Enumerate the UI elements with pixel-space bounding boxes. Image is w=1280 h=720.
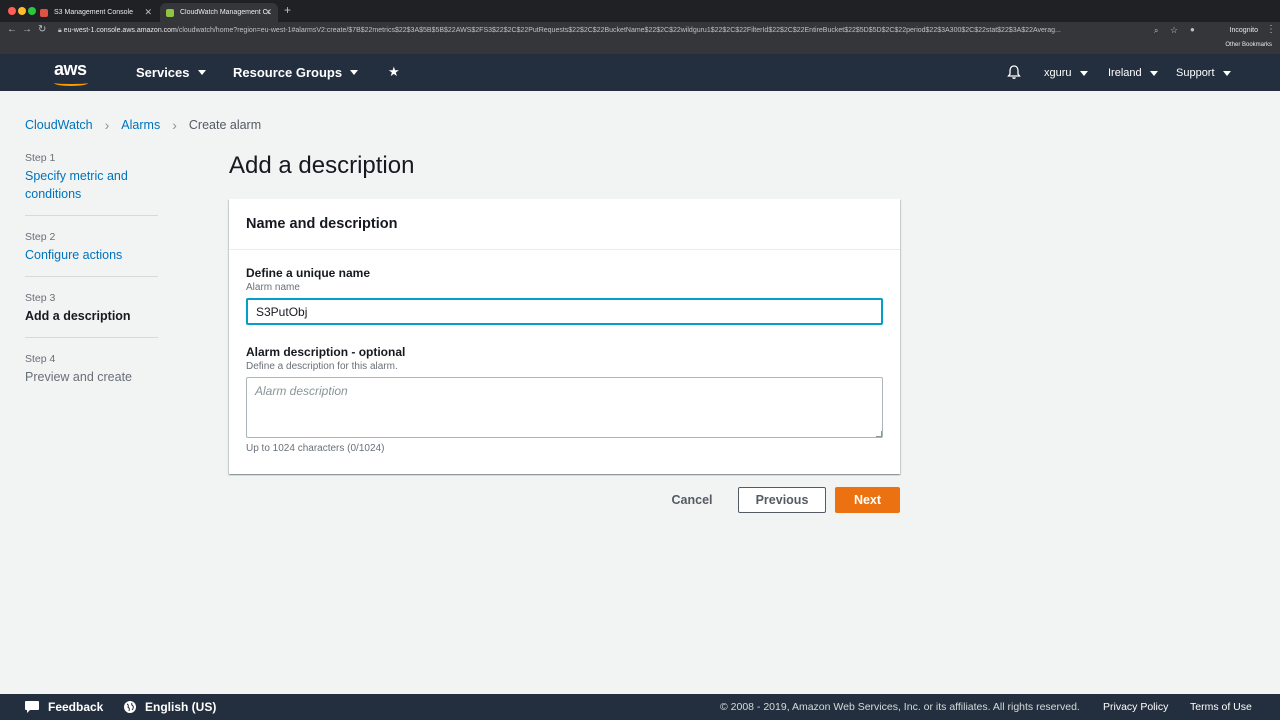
browser-tab-cloudwatch[interactable]: CloudWatch Management Con ✕ — [160, 3, 278, 22]
privacy-policy-link[interactable]: Privacy Policy — [1103, 701, 1168, 713]
breadcrumb: CloudWatch › Alarms › Create alarm — [25, 117, 261, 133]
step-number: Step 4 — [25, 353, 56, 365]
s3-favicon-icon — [40, 8, 48, 17]
resource-groups-label: Resource Groups — [233, 65, 343, 80]
region-label: Ireland — [1108, 67, 1142, 79]
pin-icon[interactable]: ★ — [388, 64, 400, 80]
character-count: Up to 1024 characters (0/1024) — [246, 443, 385, 454]
panel-title: Name and description — [229, 199, 900, 250]
chevron-down-icon — [1222, 70, 1231, 76]
page-title: Add a description — [229, 152, 415, 179]
region-menu[interactable]: Ireland — [1108, 67, 1158, 79]
incognito-label: Incognito — [1229, 27, 1258, 34]
support-label: Support — [1176, 67, 1215, 79]
step-link-configure-actions[interactable]: Configure actions — [25, 246, 158, 264]
chevron-down-icon — [197, 70, 206, 75]
step-number: Step 1 — [25, 152, 56, 164]
speech-bubble-icon — [25, 701, 39, 713]
back-icon[interactable]: ← — [7, 24, 17, 35]
name-description-panel: Name and description Define a unique nam… — [229, 199, 900, 474]
chevron-right-icon: › — [172, 117, 177, 133]
chevron-down-icon — [350, 70, 359, 75]
other-bookmarks[interactable]: Other Bookmarks — [1225, 42, 1272, 48]
language-selector[interactable]: English (US) — [123, 700, 216, 714]
resource-groups-menu[interactable]: Resource Groups — [233, 65, 359, 80]
aws-logo[interactable]: aws — [54, 59, 87, 80]
console-footer: Feedback English (US) © 2008 - 2019, Ama… — [0, 694, 1280, 720]
step-current-add-description: Add a description — [25, 309, 131, 323]
user-menu[interactable]: xguru — [1044, 67, 1088, 79]
url-path: /cloudwatch/home?region=eu-west-1#alarms… — [176, 27, 1061, 34]
globe-icon — [124, 701, 136, 713]
resize-handle-icon[interactable] — [876, 431, 882, 437]
window-close-control[interactable] — [8, 7, 16, 15]
window-minimize-control[interactable] — [18, 7, 26, 15]
reload-icon[interactable]: ↻ — [38, 24, 46, 35]
step-number: Step 2 — [25, 231, 56, 243]
bookmarks-bar: Other Bookmarks — [0, 40, 1280, 54]
wizard-step-4: Step 4 Preview and create — [25, 353, 158, 398]
tab-label: CloudWatch Management Con — [180, 9, 270, 16]
cloudwatch-favicon-icon — [166, 8, 174, 17]
breadcrumb-create-alarm: Create alarm — [188, 118, 262, 132]
name-field-label: Define a unique name — [246, 266, 371, 280]
description-field-label: Alarm description - optional — [246, 345, 406, 359]
forward-icon[interactable]: → — [22, 24, 32, 35]
language-label: English (US) — [145, 700, 217, 714]
browser-address-bar: ← → ↻ 🔒︎ eu-west-1.console.aws.amazon.co… — [0, 22, 1280, 40]
services-menu[interactable]: Services — [136, 65, 206, 80]
support-menu[interactable]: Support — [1176, 67, 1231, 79]
terms-of-use-link[interactable]: Terms of Use — [1190, 701, 1252, 713]
step-link-specify-metric[interactable]: Specify metric and conditions — [25, 167, 158, 203]
alarm-name-input[interactable] — [246, 298, 883, 325]
notification-bell-icon[interactable] — [1006, 64, 1022, 80]
breadcrumb-alarms[interactable]: Alarms — [121, 118, 160, 132]
cancel-button[interactable]: Cancel — [666, 487, 718, 513]
step-preview-and-create: Preview and create — [25, 370, 133, 384]
feedback-label: Feedback — [48, 700, 104, 714]
user-label: xguru — [1044, 67, 1072, 79]
chevron-down-icon — [1149, 70, 1158, 76]
previous-button[interactable]: Previous — [738, 487, 826, 513]
wizard-step-2: Step 2 Configure actions — [25, 231, 158, 277]
description-field-sublabel: Define a description for this alarm. — [246, 361, 398, 372]
new-tab-icon[interactable]: + — [284, 3, 291, 17]
step-number: Step 3 — [25, 292, 56, 304]
feedback-button[interactable]: Feedback — [24, 700, 103, 714]
breadcrumb-cloudwatch[interactable]: CloudWatch — [25, 118, 93, 132]
browser-menu-icon[interactable]: ⋮ — [1266, 24, 1276, 35]
browser-tab-s3[interactable]: S3 Management Console ✕ — [40, 3, 158, 22]
chevron-down-icon — [1079, 70, 1088, 76]
url-field[interactable]: 🔒︎ eu-west-1.console.aws.amazon.com/clou… — [58, 24, 1148, 38]
extension-icon[interactable]: ● — [1190, 25, 1195, 34]
wizard-steps: Step 1 Specify metric and conditions Ste… — [25, 152, 158, 413]
bookmark-star-icon[interactable]: ☆ — [1170, 25, 1178, 36]
aws-logo-smile-icon — [54, 80, 88, 86]
browser-tab-bar: S3 Management Console ✕ CloudWatch Manag… — [0, 0, 1280, 22]
tab-close-icon[interactable]: ✕ — [264, 7, 272, 18]
zoom-icon[interactable]: ⌕ — [1154, 26, 1158, 36]
copyright-text: © 2008 - 2019, Amazon Web Services, Inc.… — [720, 701, 1080, 713]
wizard-step-1: Step 1 Specify metric and conditions — [25, 152, 158, 216]
alarm-description-textarea[interactable] — [246, 377, 883, 438]
chevron-right-icon: › — [104, 117, 110, 133]
name-field-sublabel: Alarm name — [246, 282, 300, 293]
url-host: eu-west-1.console.aws.amazon.com — [63, 27, 177, 34]
window-zoom-control[interactable] — [28, 7, 36, 15]
aws-console-header: aws Services Resource Groups ★ xguru Ire… — [0, 54, 1280, 91]
services-label: Services — [136, 65, 190, 80]
wizard-step-3: Step 3 Add a description — [25, 292, 158, 338]
next-button[interactable]: Next — [835, 487, 900, 513]
tab-label: S3 Management Console — [54, 9, 133, 16]
tab-close-icon[interactable]: ✕ — [144, 7, 152, 18]
